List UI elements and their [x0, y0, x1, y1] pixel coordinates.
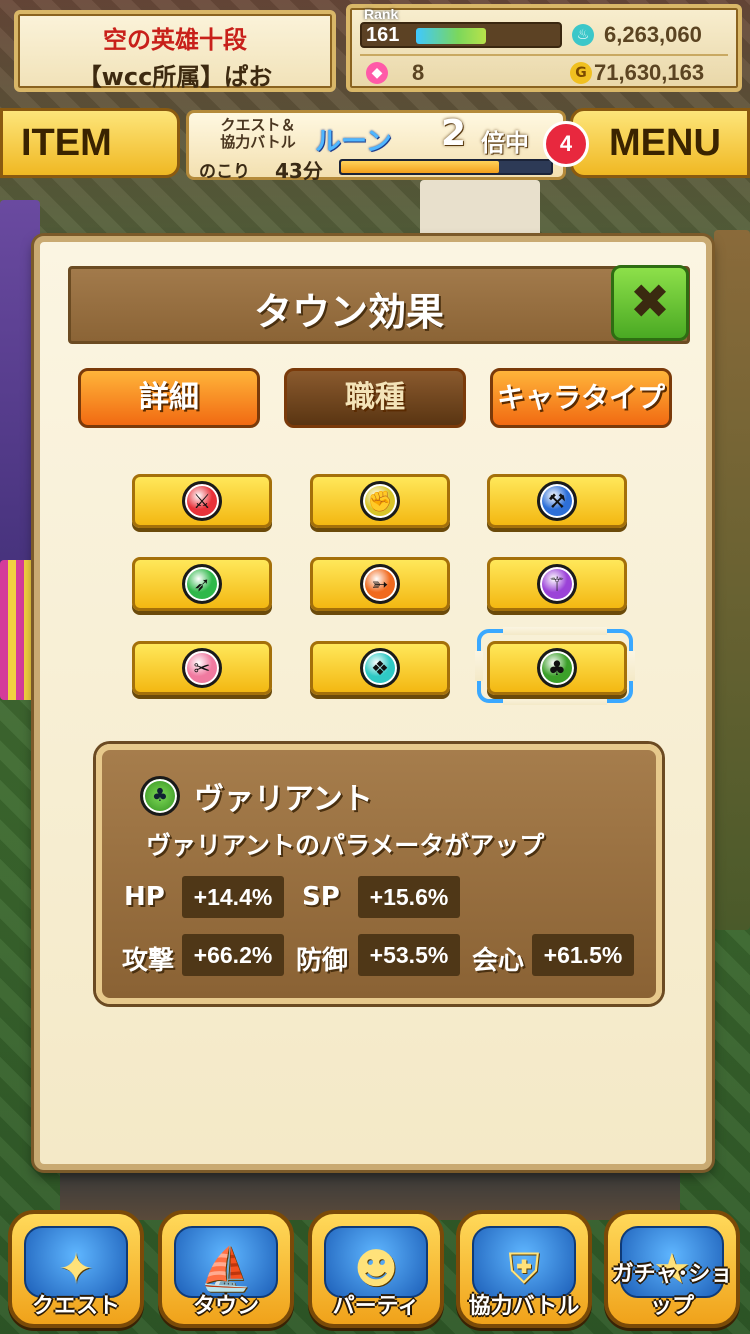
event-multiplier-suffix: 倍中	[481, 129, 529, 157]
job-button[interactable]: ⚔	[132, 474, 272, 528]
stat-defense-label: 防御	[296, 946, 349, 976]
stat-sp-value: +15.6%	[358, 876, 460, 918]
gold-coin-icon: G	[570, 62, 592, 84]
dragon-icon: ❖	[360, 648, 400, 688]
job-button[interactable]: ✊	[310, 474, 450, 528]
job-button[interactable]: ⚚	[487, 557, 627, 611]
nav-label: ガチャ･ショップ	[611, 1262, 733, 1319]
close-button[interactable]: ✖	[611, 265, 689, 341]
player-stats: Rank 161 ♨ 6,263,060 ◆ 8 G 71,630,163	[346, 4, 742, 92]
event-progress-bar	[339, 159, 553, 175]
player-title: 空の英雄十段	[103, 26, 247, 54]
bow-icon: ➳	[360, 564, 400, 604]
event-remaining-time: 43分	[275, 159, 323, 183]
nav-label: パーティ	[332, 1294, 420, 1319]
player-title-box[interactable]: 空の英雄十段 【wcc所属】ぱお	[14, 10, 336, 92]
nav-item-2[interactable]: ☻ パーティ	[308, 1210, 444, 1328]
axe-icon: ⚒	[537, 481, 577, 521]
rank-bar: 161	[360, 22, 562, 48]
stat-attack-value: +66.2%	[182, 934, 284, 976]
spear-icon: ➶	[182, 564, 222, 604]
player-name: 【wcc所属】ぱお	[77, 63, 273, 91]
tab-details[interactable]: 詳細	[78, 368, 260, 428]
rank-label: Rank	[364, 6, 399, 22]
stat-hp-label: HP	[124, 882, 165, 912]
job-button[interactable]: ✂	[132, 641, 272, 695]
rank-progress-fill	[416, 28, 486, 44]
quest-map-icon: ✦	[58, 1244, 94, 1293]
town-effect-panel: タウン効果 ✖ 詳細 職種 キャラタイプ ⚔ ✊ ⚒ ➶ ➳ ⚚ ✂ ❖ ♣ ♣ ヴァリアント …	[34, 236, 712, 1170]
nav-label: 協力バトル	[468, 1294, 580, 1319]
sword-icon: ⚔	[182, 481, 222, 521]
event-subtitle: クエスト＆ 協力バトル	[220, 116, 296, 151]
event-progress-fill	[341, 161, 499, 173]
party-icon: ☻	[354, 1244, 398, 1293]
stat-critical-label: 会心	[472, 946, 525, 976]
nav-label: タウン	[192, 1294, 259, 1319]
event-banner[interactable]: クエスト＆ 協力バトル ルーン 2 倍中 のこり 43分	[186, 110, 566, 183]
stamina-value: 6,263,060	[604, 22, 702, 47]
dagger-icon: ✂	[182, 648, 222, 688]
staff-icon: ⚚	[537, 564, 577, 604]
job-name: ヴァリアント	[194, 782, 373, 817]
tab-job[interactable]: 職種	[284, 368, 466, 428]
stat-sp-label: SP	[302, 882, 340, 912]
panel-header: タウン効果 ✖	[68, 265, 690, 344]
panel-title: タウン効果	[253, 290, 444, 334]
job-button[interactable]: ➶	[132, 557, 272, 611]
variant-icon: ♣	[140, 776, 180, 816]
menu-notification-badge: 4	[543, 121, 589, 167]
close-icon: ✖	[629, 274, 671, 330]
event-multiplier: 2	[441, 113, 467, 154]
stat-hp-value: +14.4%	[182, 876, 284, 918]
variant-icon: ♣	[537, 648, 577, 688]
event-remaining-label: のこり	[199, 162, 250, 182]
menu-button[interactable]: MENU 4	[543, 108, 750, 178]
nav-item-3[interactable]: ⛨ 協力バトル	[456, 1210, 592, 1328]
stat-divider	[360, 54, 728, 56]
gem-icon: ◆	[366, 62, 388, 84]
nav-label: クエスト	[31, 1294, 120, 1319]
town-ship-icon: ⛵	[199, 1244, 253, 1293]
event-rune-label: ルーン	[315, 127, 392, 157]
job-info-box: ♣ ヴァリアント ヴァリアントのパラメータがアップ HP +14.4% SP +…	[96, 744, 662, 1004]
job-description: ヴァリアントのパラメータがアップ	[146, 831, 545, 860]
item-button[interactable]: ITEM	[0, 108, 180, 178]
nav-item-0[interactable]: ✦ クエスト	[8, 1210, 144, 1328]
stat-defense-value: +53.5%	[358, 934, 460, 976]
shield-icon: ⛨	[508, 1244, 540, 1293]
fist-icon: ✊	[360, 481, 400, 521]
tab-chara-type[interactable]: キャラタイプ	[490, 368, 672, 428]
bottom-nav: ✦ クエスト ⛵ タウン ☻ パーティ ⛨ 協力バトル ★ ガチャ･ショップ	[0, 1210, 750, 1334]
rank-value: 161	[366, 24, 400, 46]
job-button[interactable]: ⚒	[487, 474, 627, 528]
gem-value: 8	[412, 60, 425, 85]
menu-label: MENU	[609, 122, 721, 164]
job-button[interactable]: ❖	[310, 641, 450, 695]
job-button[interactable]: ♣	[487, 641, 627, 695]
stamina-icon: ♨	[572, 24, 594, 46]
stat-critical-value: +61.5%	[532, 934, 634, 976]
job-button[interactable]: ➳	[310, 557, 450, 611]
stat-attack-label: 攻撃	[122, 946, 175, 976]
nav-item-4[interactable]: ★ ガチャ･ショップ	[604, 1210, 740, 1328]
nav-item-1[interactable]: ⛵ タウン	[158, 1210, 294, 1328]
gold-value: 71,630,163	[594, 60, 705, 85]
